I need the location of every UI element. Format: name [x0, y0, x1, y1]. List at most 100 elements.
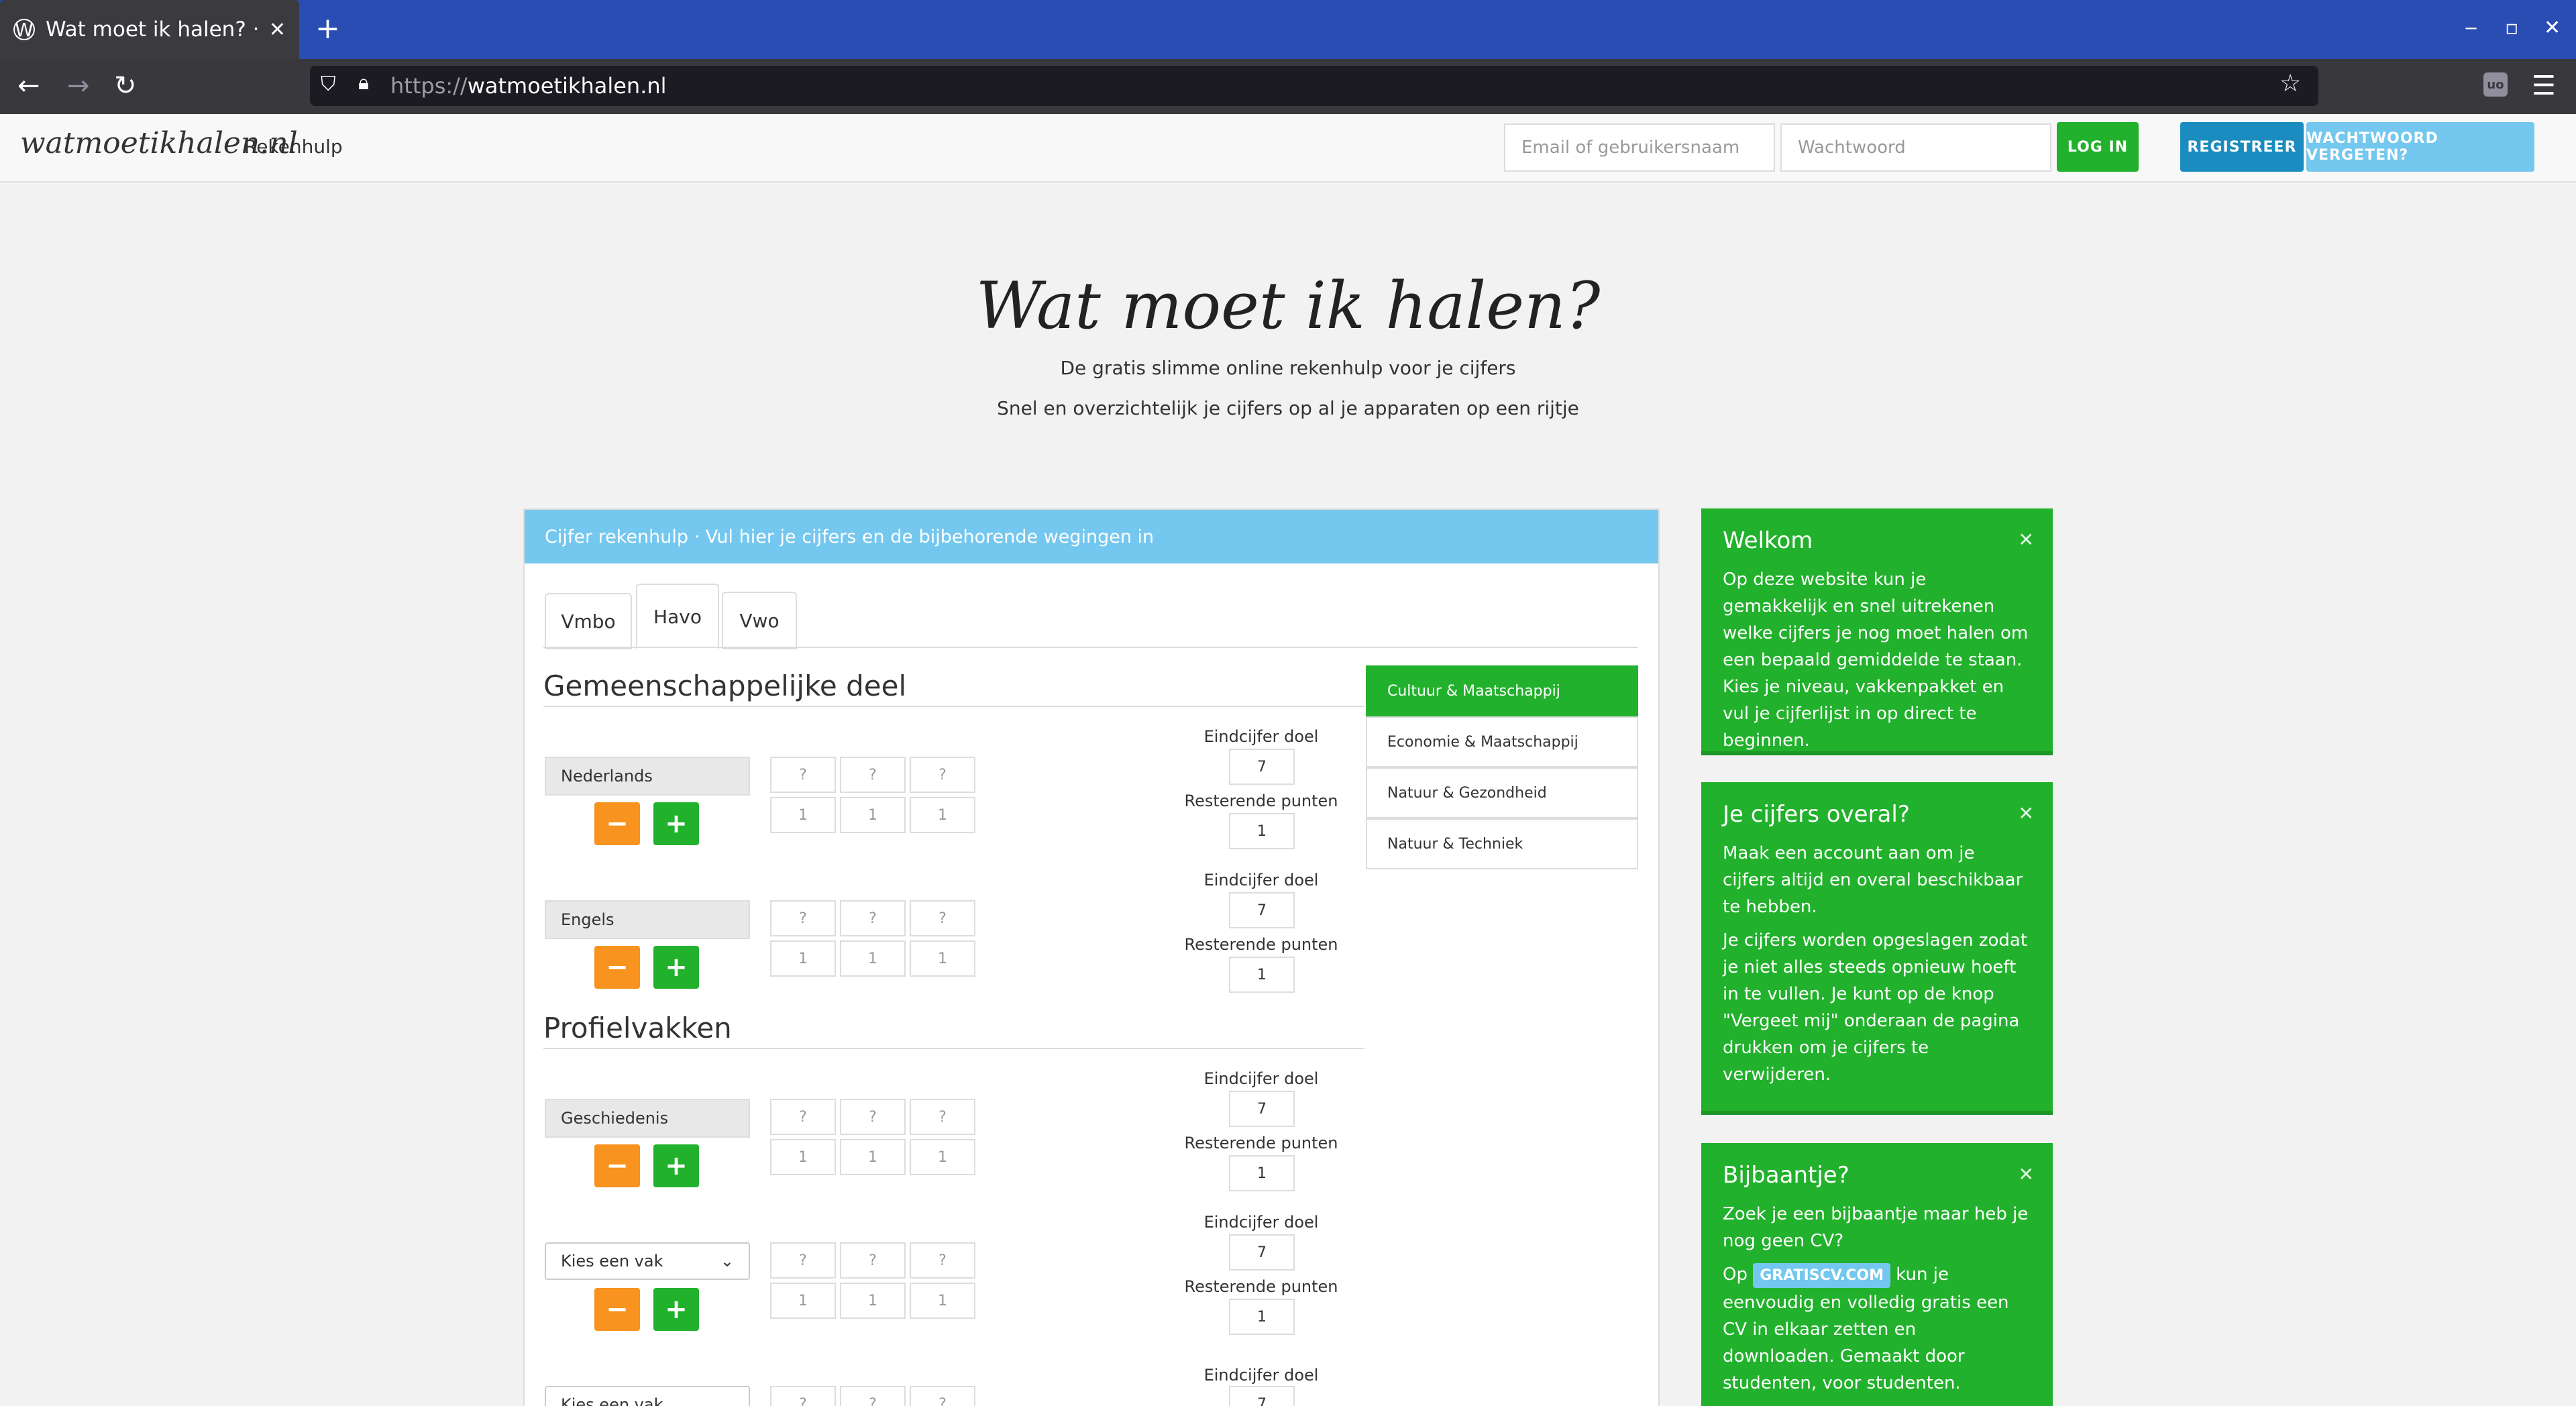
- remove-grade-button[interactable]: −: [594, 1288, 640, 1331]
- grade-input[interactable]: ?: [910, 757, 975, 793]
- menu-icon[interactable]: ☰: [2532, 67, 2556, 105]
- job-box: ✕ Bijbaantje? Zoek je een bijbaantje maa…: [1701, 1143, 2053, 1406]
- goal-input[interactable]: 7: [1229, 1234, 1295, 1270]
- forgot-password-button[interactable]: WACHTWOORD VERGETEN?: [2306, 122, 2534, 172]
- weight-input[interactable]: 1: [840, 1139, 906, 1175]
- chevron-down-icon: ⌄: [720, 1252, 734, 1270]
- new-tab-button[interactable]: +: [315, 12, 340, 46]
- email-input[interactable]: Email of gebruikersnaam: [1504, 123, 1775, 172]
- hero-tagline: Snel en overzichtelijk je cijfers op al …: [997, 397, 1579, 419]
- back-icon[interactable]: ←: [17, 67, 40, 105]
- grade-input[interactable]: ?: [910, 1386, 975, 1406]
- window-close-icon[interactable]: ✕: [2544, 16, 2561, 40]
- weight-input[interactable]: 1: [840, 1283, 906, 1319]
- weight-input[interactable]: 1: [770, 1283, 836, 1319]
- weight-input[interactable]: 1: [840, 940, 906, 977]
- grade-input[interactable]: ?: [840, 1099, 906, 1135]
- browser-tab-bar: [0, 0, 2576, 59]
- section-divider: [543, 1048, 1364, 1049]
- goal-label: Eindcijfer doel: [1203, 1366, 1319, 1385]
- grade-input[interactable]: ?: [910, 1242, 975, 1279]
- hero-title: Wat moet ik halen?: [975, 268, 1601, 343]
- grade-input[interactable]: ?: [770, 1386, 836, 1406]
- add-grade-button[interactable]: +: [653, 946, 699, 989]
- remaining-value: 1: [1229, 957, 1295, 993]
- register-button[interactable]: REGISTREER: [2180, 122, 2304, 172]
- grade-input[interactable]: ?: [770, 900, 836, 936]
- remaining-value: 1: [1229, 1299, 1295, 1335]
- password-input[interactable]: Wachtwoord: [1780, 123, 2051, 172]
- profile-item-em[interactable]: Economie & Maatschappij: [1366, 716, 1638, 767]
- weight-input[interactable]: 1: [770, 940, 836, 977]
- subject-label: Nederlands: [545, 757, 750, 796]
- tab-title: Wat moet ik halen? · De sl: [46, 17, 258, 42]
- remaining-value: 1: [1229, 1155, 1295, 1191]
- subject-label: Geschiedenis: [545, 1099, 750, 1138]
- weight-input[interactable]: 1: [910, 1139, 975, 1175]
- weight-input[interactable]: 1: [840, 797, 906, 833]
- tab-vwo[interactable]: Vwo: [722, 592, 797, 649]
- lock-icon[interactable]: 🔒︎: [358, 71, 369, 95]
- subject-select[interactable]: Kies een vak ⌄: [545, 1242, 750, 1280]
- ublock-extension-icon[interactable]: uo: [2483, 72, 2508, 97]
- grade-input[interactable]: ?: [840, 1386, 906, 1406]
- gratiscv-link[interactable]: GRATISCV.COM: [1753, 1263, 1891, 1288]
- chevron-down-icon: ⌄: [720, 1395, 734, 1406]
- url-protocol: https://: [390, 73, 468, 99]
- grade-input[interactable]: ?: [840, 757, 906, 793]
- login-button[interactable]: LOG IN: [2057, 122, 2139, 172]
- account-text: Maak een account aan om je cijfers altij…: [1723, 843, 2023, 917]
- browser-tab[interactable]: W Wat moet ik halen? · De sl ✕: [0, 0, 299, 59]
- profile-item-cm[interactable]: Cultuur & Maatschappij: [1366, 665, 1638, 716]
- remove-grade-button[interactable]: −: [594, 946, 640, 989]
- grade-input[interactable]: ?: [910, 1099, 975, 1135]
- profile-item-ng[interactable]: Natuur & Gezondheid: [1366, 767, 1638, 818]
- panel-header: Cijfer rekenhulp · Vul hier je cijfers e…: [525, 510, 1658, 563]
- goal-label: Eindcijfer doel: [1203, 727, 1319, 746]
- weight-input[interactable]: 1: [770, 797, 836, 833]
- grade-input[interactable]: ?: [840, 1242, 906, 1279]
- grade-input[interactable]: ?: [770, 757, 836, 793]
- add-grade-button[interactable]: +: [653, 1288, 699, 1331]
- bookmark-star-icon[interactable]: ☆: [2279, 70, 2301, 97]
- remove-grade-button[interactable]: −: [594, 1144, 640, 1187]
- weight-input[interactable]: 1: [910, 1283, 975, 1319]
- welcome-title: Welkom: [1723, 527, 1813, 554]
- subject-select[interactable]: Kies een vak ⌄: [545, 1386, 750, 1406]
- weight-input[interactable]: 1: [910, 797, 975, 833]
- remaining-value: 1: [1229, 813, 1295, 849]
- remove-grade-button[interactable]: −: [594, 802, 640, 845]
- section-title-profile: Profielvakken: [543, 1012, 732, 1044]
- goal-input[interactable]: 7: [1229, 1091, 1295, 1127]
- weight-input[interactable]: 1: [910, 940, 975, 977]
- grade-input[interactable]: ?: [910, 900, 975, 936]
- welcome-box: ✕ Welkom Op deze website kun je gemakkel…: [1701, 508, 2053, 755]
- grade-input[interactable]: ?: [840, 900, 906, 936]
- reload-icon[interactable]: ↻: [114, 67, 137, 105]
- goal-input[interactable]: 7: [1229, 749, 1295, 785]
- remaining-label: Resterende punten: [1184, 1277, 1338, 1296]
- tab-close-icon[interactable]: ✕: [269, 18, 286, 42]
- add-grade-button[interactable]: +: [653, 1144, 699, 1187]
- profile-item-nt[interactable]: Natuur & Techniek: [1366, 818, 1638, 869]
- close-icon[interactable]: ✕: [2019, 529, 2034, 551]
- maximize-icon[interactable]: ▫: [2505, 16, 2518, 40]
- goal-input[interactable]: 7: [1229, 1386, 1295, 1406]
- url-bar[interactable]: https://watmoetikhalen.nl: [310, 66, 2318, 106]
- job-text-op: Op: [1723, 1264, 1748, 1285]
- add-grade-button[interactable]: +: [653, 802, 699, 845]
- close-icon[interactable]: ✕: [2019, 1163, 2034, 1185]
- nav-link-rekenhulp[interactable]: Rekenhulp: [244, 136, 343, 158]
- weight-input[interactable]: 1: [770, 1139, 836, 1175]
- tab-vmbo[interactable]: Vmbo: [545, 593, 632, 649]
- forward-icon[interactable]: →: [67, 67, 90, 105]
- goal-input[interactable]: 7: [1229, 892, 1295, 928]
- minimize-icon[interactable]: ‒: [2465, 16, 2477, 40]
- grade-input[interactable]: ?: [770, 1242, 836, 1279]
- grade-input[interactable]: ?: [770, 1099, 836, 1135]
- close-icon[interactable]: ✕: [2019, 802, 2034, 824]
- shield-icon[interactable]: ⛉: [321, 72, 336, 96]
- subject-select-value: Kies een vak: [561, 1252, 663, 1270]
- goal-label: Eindcijfer doel: [1203, 1069, 1319, 1088]
- tab-havo[interactable]: Havo: [636, 584, 719, 649]
